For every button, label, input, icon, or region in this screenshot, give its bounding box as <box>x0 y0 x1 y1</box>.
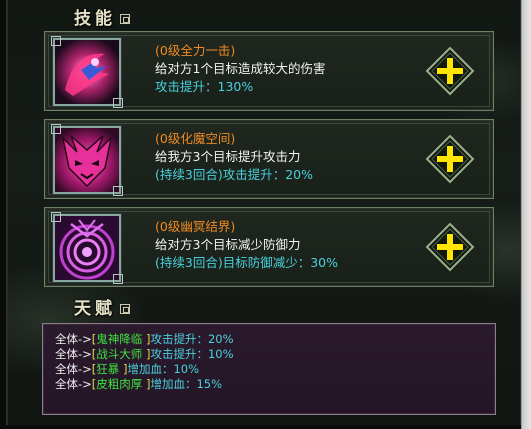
talent-value: 10% <box>173 362 200 376</box>
demon-mask-icon[interactable] <box>51 124 123 196</box>
skill-description: 给对方1个目标造成较大的伤害 <box>155 61 326 76</box>
talent-value: 15% <box>196 377 223 391</box>
upgrade-skill-button[interactable] <box>425 134 475 184</box>
skill-card-2: (0级化魔空间) 给我方3个目标提升攻击力 (持续3回合)攻击提升：20% <box>44 119 494 199</box>
talent-row: 全体->[皮粗肉厚 ]增加血：15% <box>55 377 234 392</box>
scrollbar[interactable] <box>521 0 531 429</box>
talent-effect: 增加血： <box>127 362 174 376</box>
upgrade-skill-button[interactable] <box>425 46 475 96</box>
talent-list-box: 全体->[鬼神降临 ]攻击提升：20% 全体->[战斗大师 ]攻击提升：10% … <box>42 323 496 415</box>
talent-target: 全体-> <box>55 347 92 361</box>
talent-target: 全体-> <box>55 362 92 376</box>
skill-description: 给我方3个目标提升攻击力 <box>155 149 301 164</box>
talent-row: 全体->[鬼神降临 ]攻击提升：20% <box>55 332 234 347</box>
talent-effect: 攻击提升： <box>150 347 208 361</box>
talent-target: 全体-> <box>55 377 92 391</box>
skill-bonus: (持续3回合)目标防御减少：30% <box>155 255 338 270</box>
skill-card-3: (0级幽冥结界) 给对方3个目标减少防御力 (持续3回合)目标防御减少：30% <box>44 207 494 287</box>
collapse-toggle-icon[interactable] <box>120 303 130 314</box>
barrier-rings-icon[interactable] <box>51 212 123 284</box>
upgrade-skill-button[interactable] <box>425 222 475 272</box>
talent-name: 战斗大师 <box>96 347 143 361</box>
skill-bonus: 攻击提升：130% <box>155 79 254 94</box>
talent-list: 全体->[鬼神降临 ]攻击提升：20% 全体->[战斗大师 ]攻击提升：10% … <box>55 332 234 392</box>
plus-icon <box>425 46 475 96</box>
talent-value: 10% <box>207 347 234 361</box>
collapse-toggle-icon[interactable] <box>120 13 130 24</box>
talent-effect: 增加血： <box>150 377 197 391</box>
talents-section-title[interactable]: 天赋 <box>74 294 130 319</box>
plus-icon <box>425 134 475 184</box>
talent-value: 20% <box>207 332 234 346</box>
talent-name: 狂暴 <box>96 362 120 376</box>
skill-bonus: (持续3回合)攻击提升：20% <box>155 167 313 182</box>
talents-title-text: 天赋 <box>74 299 116 319</box>
skill-name: (0级化魔空间) <box>155 131 236 146</box>
skill-card-1: (0级全力一击) 给对方1个目标造成较大的伤害 攻击提升：130% <box>44 31 494 111</box>
skill-name: (0级全力一击) <box>155 43 236 58</box>
skill-text-2: (0级化魔空间) 给我方3个目标提升攻击力 (持续3回合)攻击提升：20% <box>155 130 313 184</box>
talent-name: 鬼神降临 <box>96 332 143 346</box>
skills-section-title[interactable]: 技能 <box>74 4 130 29</box>
talent-target: 全体-> <box>55 332 92 346</box>
skill-description: 给对方3个目标减少防御力 <box>155 237 301 252</box>
talent-name: 皮粗肉厚 <box>96 377 143 391</box>
skill-text-1: (0级全力一击) 给对方1个目标造成较大的伤害 攻击提升：130% <box>155 42 325 96</box>
skill-text-3: (0级幽冥结界) 给对方3个目标减少防御力 (持续3回合)目标防御减少：30% <box>155 218 338 272</box>
talent-row: 全体->[狂暴 ]增加血：10% <box>55 362 234 377</box>
skill-name: (0级幽冥结界) <box>155 219 236 234</box>
plus-icon <box>425 222 475 272</box>
skills-title-text: 技能 <box>74 9 116 29</box>
talent-effect: 攻击提升： <box>150 332 208 346</box>
strike-icon[interactable] <box>51 36 123 108</box>
talent-row: 全体->[战斗大师 ]攻击提升：10% <box>55 347 234 362</box>
